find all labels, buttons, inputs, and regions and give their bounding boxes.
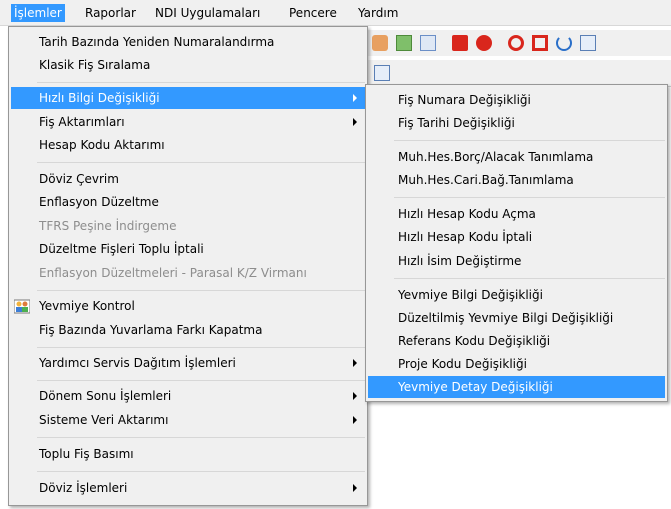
menu-item-label: Hesap Kodu Aktarımı <box>39 138 165 152</box>
chevron-right-icon <box>353 94 357 102</box>
menu-yardim[interactable]: Yardım <box>355 4 401 22</box>
menu-item-label: Tarih Bazında Yeniden Numaralandırma <box>39 35 275 49</box>
menu-pencere[interactable]: Pencere <box>286 4 340 22</box>
menu-item-label: Hızlı Bilgi Değişikliği <box>39 91 160 105</box>
chevron-right-icon <box>353 359 357 367</box>
menu-ndi-uygulamalari[interactable]: NDI Uygulamaları <box>152 4 263 22</box>
menu-item-label: Muh.Hes.Borç/Alacak Tanımlama <box>398 150 594 164</box>
submenu-item-referans-kodu[interactable]: Referans Kodu Değişikliği <box>368 330 665 352</box>
info-red-icon[interactable] <box>476 35 492 51</box>
submenu-item-cari-bag[interactable]: Muh.Hes.Cari.Bağ.Tanımlama <box>368 169 665 191</box>
menu-item-label: Dönem Sonu İşlemleri <box>39 389 172 403</box>
chevron-right-icon <box>353 118 357 126</box>
menu-raporlar[interactable]: Raporlar <box>82 4 139 22</box>
submenu-item-proje-kodu[interactable]: Proje Kodu Değişikliği <box>368 353 665 375</box>
tool-icon-3[interactable] <box>420 35 436 51</box>
stop-square-icon[interactable] <box>532 35 548 51</box>
menu-item-toplu-fis[interactable]: Toplu Fiş Basımı <box>11 443 365 465</box>
menu-item-label: Yevmiye Bilgi Değişikliği <box>398 288 543 302</box>
menu-item-label: Yevmiye Detay Değişikliği <box>398 380 553 394</box>
menu-item-hizli-bilgi[interactable]: Hızlı Bilgi Değişikliği <box>11 87 365 109</box>
menu-item-tarih-bazinda[interactable]: Tarih Bazında Yeniden Numaralandırma <box>11 31 365 53</box>
separator <box>37 162 365 163</box>
menu-item-label: Döviz Çevrim <box>39 172 119 186</box>
tool-icon-1[interactable] <box>372 35 388 51</box>
stop-circle-icon[interactable] <box>508 35 524 51</box>
menu-item-label: Fiş Aktarımları <box>39 115 125 129</box>
n-icon[interactable] <box>452 35 468 51</box>
submenu-item-borc-alacak[interactable]: Muh.Hes.Borç/Alacak Tanımlama <box>368 146 665 168</box>
islemler-menu: Tarih Bazında Yeniden Numaralandırma Kla… <box>8 26 368 506</box>
separator <box>37 347 365 348</box>
separator <box>394 197 665 198</box>
menu-item-sisteme-veri[interactable]: Sisteme Veri Aktarımı <box>11 409 365 431</box>
menu-item-label: Döviz İşlemleri <box>39 481 128 495</box>
submenu-item-duzeltilmis-yevmiye[interactable]: Düzeltilmiş Yevmiye Bilgi Değişikliği <box>368 307 665 329</box>
submenu-item-hesap-kodu-iptali[interactable]: Hızlı Hesap Kodu İptali <box>368 226 665 248</box>
toolbar-secondary <box>360 60 671 87</box>
menu-bar: İşlemler Raporlar NDI Uygulamaları Pence… <box>0 0 671 26</box>
menu-item-doviz-islemleri[interactable]: Döviz İşlemleri <box>11 477 365 499</box>
menu-item-yevmiye-kontrol[interactable]: Yevmiye Kontrol <box>11 295 365 317</box>
toolbar <box>360 30 671 56</box>
menu-item-label: Sisteme Veri Aktarımı <box>39 413 169 427</box>
chevron-right-icon <box>353 484 357 492</box>
menu-item-label: Düzeltme Fişleri Toplu İptali <box>39 242 204 256</box>
separator <box>37 471 365 472</box>
separator <box>37 82 365 83</box>
submenu-item-yevmiye-detay[interactable]: Yevmiye Detay Değişikliği <box>368 376 665 398</box>
submenu-item-yevmiye-bilgi[interactable]: Yevmiye Bilgi Değişikliği <box>368 284 665 306</box>
people-check-icon <box>13 298 31 314</box>
separator <box>394 278 665 279</box>
menu-item-label: Muh.Hes.Cari.Bağ.Tanımlama <box>398 173 574 187</box>
separator <box>37 380 365 381</box>
menu-item-label: Toplu Fiş Basımı <box>39 447 134 461</box>
menu-item-yuvarlama-farki[interactable]: Fiş Bazında Yuvarlama Farkı Kapatma <box>11 319 365 341</box>
menu-item-label: Enflasyon Düzeltmeleri - Parasal K/Z Vir… <box>39 266 307 280</box>
menu-item-tfrs: TFRS Peşine İndirgeme <box>11 215 365 237</box>
refresh-icon[interactable] <box>556 35 572 51</box>
menu-item-label: Yevmiye Kontrol <box>39 299 135 313</box>
menu-item-label: Hızlı Hesap Kodu İptali <box>398 230 533 244</box>
menu-item-label: Fiş Bazında Yuvarlama Farkı Kapatma <box>39 323 263 337</box>
hizli-bilgi-submenu: Fiş Numara Değişikliği Fiş Tarihi Değişi… <box>365 84 668 402</box>
chevron-right-icon <box>353 416 357 424</box>
menu-item-hesap-kodu-aktarimi[interactable]: Hesap Kodu Aktarımı <box>11 134 365 156</box>
separator <box>37 437 365 438</box>
menu-item-label: Hızlı İsim Değiştirme <box>398 254 522 268</box>
calendar-icon[interactable] <box>580 35 596 51</box>
menu-item-label: Proje Kodu Değişikliği <box>398 357 527 371</box>
menu-item-label: TFRS Peşine İndirgeme <box>39 219 177 233</box>
chevron-right-icon <box>353 392 357 400</box>
menu-islemler[interactable]: İşlemler <box>11 4 65 22</box>
separator <box>37 290 365 291</box>
menu-item-yardimci-servis[interactable]: Yardımcı Servis Dağıtım İşlemleri <box>11 352 365 374</box>
separator <box>394 140 665 141</box>
menu-item-label: Yardımcı Servis Dağıtım İşlemleri <box>39 356 236 370</box>
submenu-item-fis-numara[interactable]: Fiş Numara Değişikliği <box>368 89 665 111</box>
menu-item-donem-sonu[interactable]: Dönem Sonu İşlemleri <box>11 385 365 407</box>
menu-item-label: Hızlı Hesap Kodu Açma <box>398 207 536 221</box>
menu-item-fis-aktarimlari[interactable]: Fiş Aktarımları <box>11 111 365 133</box>
menu-item-enflasyon-parasal: Enflasyon Düzeltmeleri - Parasal K/Z Vir… <box>11 262 365 284</box>
menu-item-doviz-cevrim[interactable]: Döviz Çevrim <box>11 168 365 190</box>
menu-item-label: Enflasyon Düzeltme <box>39 195 159 209</box>
menu-item-klasik-fis[interactable]: Klasik Fiş Sıralama <box>11 54 365 76</box>
menu-item-label: Klasik Fiş Sıralama <box>39 58 151 72</box>
menu-item-enflasyon-duzeltme[interactable]: Enflasyon Düzeltme <box>11 191 365 213</box>
edit-icon[interactable] <box>374 65 390 81</box>
submenu-item-fis-tarihi[interactable]: Fiş Tarihi Değişikliği <box>368 112 665 134</box>
menu-item-label: Referans Kodu Değişikliği <box>398 334 551 348</box>
menu-item-duzeltme-fisleri[interactable]: Düzeltme Fişleri Toplu İptali <box>11 238 365 260</box>
submenu-item-hesap-kodu-acma[interactable]: Hızlı Hesap Kodu Açma <box>368 203 665 225</box>
submenu-item-isim-degistirme[interactable]: Hızlı İsim Değiştirme <box>368 250 665 272</box>
tool-icon-2[interactable] <box>396 35 412 51</box>
menu-item-label: Düzeltilmiş Yevmiye Bilgi Değişikliği <box>398 311 614 325</box>
menu-item-label: Fiş Tarihi Değişikliği <box>398 116 515 130</box>
menu-item-label: Fiş Numara Değişikliği <box>398 93 531 107</box>
